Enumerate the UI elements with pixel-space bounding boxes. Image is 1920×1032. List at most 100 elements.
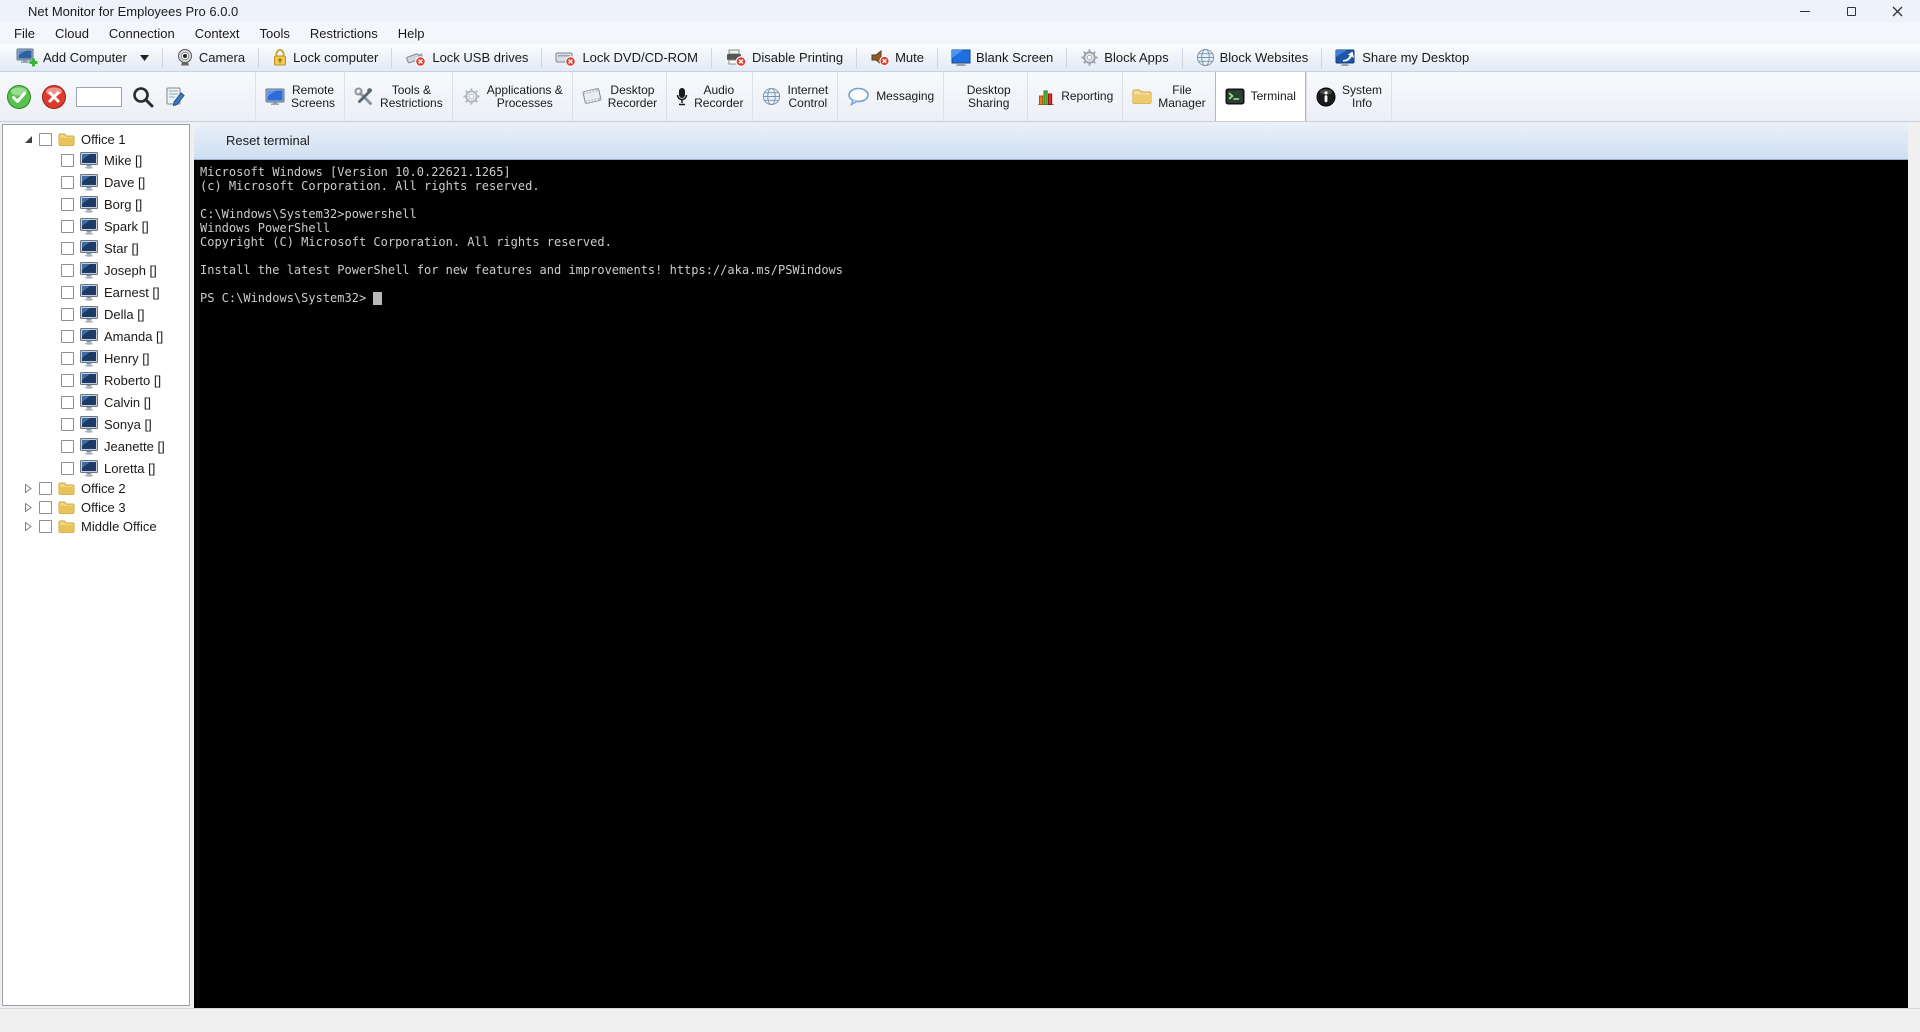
tree-checkbox[interactable] [61,417,74,431]
tree-item-mike[interactable]: Mike [] [3,149,189,171]
tab-terminal[interactable]: Terminal [1214,72,1306,121]
tree-checkbox[interactable] [61,351,74,365]
collapsed-twisty-icon[interactable] [23,484,33,494]
tree-checkbox[interactable] [39,520,52,533]
tree-checkbox[interactable] [61,175,74,189]
reset-terminal-button[interactable]: Reset terminal [218,130,318,151]
tools-restrictions-icon [354,87,374,107]
tree-item-spark[interactable]: Spark [] [3,215,189,237]
terminal-output[interactable]: Microsoft Windows [Version 10.0.22621.12… [194,160,1908,1008]
tree-item-label: Earnest [] [104,284,160,300]
collapsed-twisty-icon[interactable] [23,503,33,513]
maximize-button[interactable] [1828,0,1874,22]
toolbar-separator [161,47,163,68]
tree-item-joseph[interactable]: Joseph [] [3,259,189,281]
menu-item-cloud[interactable]: Cloud [45,24,99,43]
toolbar-button-lock-dvd-cd-rom[interactable]: Lock DVD/CD-ROM [547,47,706,69]
computer-icon [80,349,98,367]
toolbar-button-label: Mute [895,50,924,65]
blank-screen-icon [951,49,971,67]
tree-checkbox[interactable] [61,307,74,321]
search-input[interactable] [76,86,122,107]
toolbar-button-mute[interactable]: Mute [862,47,932,69]
collapsed-twisty-icon[interactable] [23,522,33,532]
tab-system-info[interactable]: System Info [1305,72,1392,121]
tab-internet-control[interactable]: Internet Control [752,72,837,121]
close-button[interactable] [1874,0,1920,22]
tree-checkbox[interactable] [61,219,74,233]
tree-checkbox[interactable] [39,482,52,495]
tab-remote-screens[interactable]: Remote Screens [255,72,344,121]
tree-item-loretta[interactable]: Loretta [] [3,457,189,479]
tree-item-jeanette[interactable]: Jeanette [] [3,435,189,457]
computer-icon [80,327,98,345]
tree-item-sonya[interactable]: Sonya [] [3,413,189,435]
main-panel: Reset terminal Microsoft Windows [Versio… [194,122,1908,1008]
tree-checkbox[interactable] [61,263,74,277]
tab-applications-processes[interactable]: Applications & Processes [451,72,572,121]
tab-desktop-sharing[interactable]: Desktop Sharing [943,72,1027,121]
toolbar-button-block-websites[interactable]: Block Websites [1188,46,1317,69]
menu-item-connection[interactable]: Connection [99,24,185,43]
tree-item-henry[interactable]: Henry [] [3,347,189,369]
tree-group-office-3[interactable]: Office 3 [3,498,189,517]
tree-item-earnest[interactable]: Earnest [] [3,281,189,303]
tree-item-borg[interactable]: Borg [] [3,193,189,215]
terminal-line: PS C:\Windows\System32> [200,291,1908,305]
tab-messaging[interactable]: Messaging [837,72,943,121]
close-icon [1892,6,1903,17]
toolbar-button-blank-screen[interactable]: Blank Screen [943,47,1061,69]
tree-group-office-2[interactable]: Office 2 [3,479,189,498]
tab-desktop-recorder[interactable]: Desktop Recorder [571,72,666,121]
tree-checkbox[interactable] [61,197,74,211]
menu-item-file[interactable]: File [4,24,45,43]
tree-checkbox[interactable] [61,373,74,387]
tree-group-office-1[interactable]: Office 1 [3,130,189,149]
toolbar-separator [258,47,260,68]
tree-item-della[interactable]: Della [] [3,303,189,325]
log-button[interactable] [164,86,186,108]
tree-item-star[interactable]: Star [] [3,237,189,259]
tree-item-dave[interactable]: Dave [] [3,171,189,193]
menu-item-tools[interactable]: Tools [250,24,300,43]
toolbar-button-block-apps[interactable]: Block Apps [1072,46,1176,69]
menu-item-context[interactable]: Context [185,24,250,43]
expanded-twisty-icon[interactable] [23,135,33,145]
tree-item-amanda[interactable]: Amanda [] [3,325,189,347]
toolbar-button-lock-usb-drives[interactable]: Lock USB drives [397,47,536,69]
tree-checkbox[interactable] [39,501,52,514]
tree-item-calvin[interactable]: Calvin [] [3,391,189,413]
tree-checkbox[interactable] [61,285,74,299]
toolbar-button-add-computer[interactable]: Add Computer [8,46,157,69]
toolbar-button-lock-computer[interactable]: Lock computer [264,46,386,69]
dropdown-arrow-icon[interactable] [139,54,149,61]
menu-item-restrictions[interactable]: Restrictions [300,24,388,43]
toolbar-button-camera[interactable]: Camera [168,46,253,69]
lock-usb-icon [405,49,427,67]
tree-checkbox[interactable] [61,241,74,255]
toolbar-button-disable-printing[interactable]: Disable Printing [717,47,851,69]
system-info-icon [1316,87,1336,107]
tree-group-middle-office[interactable]: Middle Office [3,517,189,536]
search-button[interactable] [131,85,155,109]
tab-file-manager[interactable]: File Manager [1122,72,1214,121]
tab-reporting[interactable]: Reporting [1027,72,1122,121]
tree-checkbox[interactable] [61,461,74,475]
tab-tools-restrictions[interactable]: Tools & Restrictions [344,72,452,121]
connect-button[interactable] [6,84,32,110]
minimize-button[interactable] [1782,0,1828,22]
tree-checkbox[interactable] [61,329,74,343]
tree-checkbox[interactable] [61,439,74,453]
title-bar: Net Monitor for Employees Pro 6.0.0 [0,0,1920,22]
tree-checkbox[interactable] [61,153,74,167]
tree-checkbox[interactable] [61,395,74,409]
disconnect-button[interactable] [41,84,67,110]
tab-audio-recorder[interactable]: Audio Recorder [666,72,752,121]
tree-item-roberto[interactable]: Roberto [] [3,369,189,391]
menu-item-help[interactable]: Help [388,24,435,43]
toolbar-button-share-my-desktop[interactable]: Share my Desktop [1327,47,1477,69]
tree-checkbox[interactable] [39,133,52,146]
tree-item-label: Joseph [] [104,262,157,278]
